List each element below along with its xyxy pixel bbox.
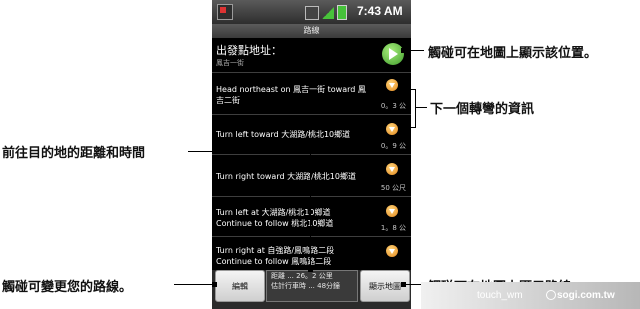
step-distance: 1。8 公 [380,224,406,232]
callout-line [310,151,311,269]
edit-button[interactable]: 編輯 [215,270,265,302]
step-line2: 吉二街 [216,96,240,105]
callout-dot [308,267,313,272]
step-distance: 0。9 公 [380,142,406,150]
summary-distance: 距離 ... 26。2 公里 [271,272,333,280]
step-line1: Turn right toward 大湖路/桃北10鄉道 [216,172,356,181]
start-pin-icon[interactable] [382,43,404,65]
at-icon [546,290,556,300]
step-distance: 0。3 公 [380,102,406,110]
annotation-change-route: 觸碰可變更您的路線。 [2,280,133,295]
step-text: Head northeast on 鳳吉一街 toward 鳳 吉二街 [216,84,374,106]
step-line2: Continue to follow 桃北10鄉道 [216,219,334,228]
turn-arrow-icon[interactable] [386,245,398,257]
start-value: 鳳吉一街 [216,59,244,67]
annotation-show-position: 觸碰可在地圖上顯示該位置。 [428,46,598,61]
start-label: 出發點地址： [216,44,282,57]
callout-line [415,107,427,108]
callout-line [404,127,416,128]
callout-line [404,50,424,51]
route-summary: 距離 ... 26。2 公里 估計行車時 ... 48分鐘 [266,270,358,302]
step-line1: Turn left toward 大湖路/桃北10鄉道 [216,130,351,139]
status-icons [305,5,347,20]
step-line1: Turn left at 大湖路/桃北10鄉道 [216,208,331,217]
phone-screen: 7:43 AM 路線 出發點地址： 鳳吉一街 Head northeast on… [212,0,411,309]
turn-arrow-icon[interactable] [386,79,398,91]
status-time: 7:43 AM [357,4,403,18]
no-signal-icon [305,5,319,20]
summary-time: 估計行車時 ... 48分鐘 [271,282,341,290]
turn-arrow-icon[interactable] [386,123,398,135]
direction-step[interactable]: Turn right toward 大湖路/桃北10鄉道 50 公尺 [212,155,411,197]
step-text: Turn left toward 大湖路/桃北10鄉道 [216,129,374,140]
watermark-right: sogi.com.tw [557,290,615,301]
step-text: Turn left at 大湖路/桃北10鄉道 Continue to foll… [216,207,374,229]
signal-icon [322,6,334,19]
annotation-distance-time: 前往目的地的距離和時間 [2,146,146,161]
battery-icon [337,5,347,20]
direction-step[interactable]: Turn left at 大湖路/桃北10鄉道 Continue to foll… [212,197,411,237]
annotation-next-turn-info: 下一個轉彎的資訊 [430,102,535,117]
step-distance: 50 公尺 [380,184,406,192]
direction-step[interactable]: Turn right at 自強路/鳳鳴路二段 Continue to foll… [212,237,411,270]
status-bar: 7:43 AM [212,0,411,24]
step-line1: Head northeast on 鳳吉一街 toward 鳳 [216,85,366,94]
step-line1: Turn right at 自強路/鳳鳴路二段 [216,246,335,255]
turn-arrow-icon[interactable] [386,163,398,175]
callout-line [415,89,416,127]
screen-title: 路線 [212,24,411,38]
notification-icon [217,4,233,20]
bottom-bar: 編輯 距離 ... 26。2 公里 估計行車時 ... 48分鐘 顯示地圖 [212,270,411,309]
direction-step[interactable]: Head northeast on 鳳吉一街 toward 鳳 吉二街 0。3 … [212,73,411,115]
step-text: Turn right at 自強路/鳳鳴路二段 Continue to foll… [216,245,374,267]
watermark-left: touch_wm [477,290,523,301]
step-line2: Continue to follow 鳳鳴路二段 [216,257,332,266]
step-text: Turn right toward 大湖路/桃北10鄉道 [216,171,374,182]
watermark: touch_wm sogi.com.tw [421,282,640,309]
callout-line [188,151,310,152]
callout-line [174,284,214,285]
callout-dot [212,282,217,287]
turn-arrow-icon[interactable] [386,205,398,217]
start-address-row[interactable]: 出發點地址： 鳳吉一街 [212,38,411,73]
direction-step[interactable]: Turn left toward 大湖路/桃北10鄉道 0。9 公 [212,115,411,155]
